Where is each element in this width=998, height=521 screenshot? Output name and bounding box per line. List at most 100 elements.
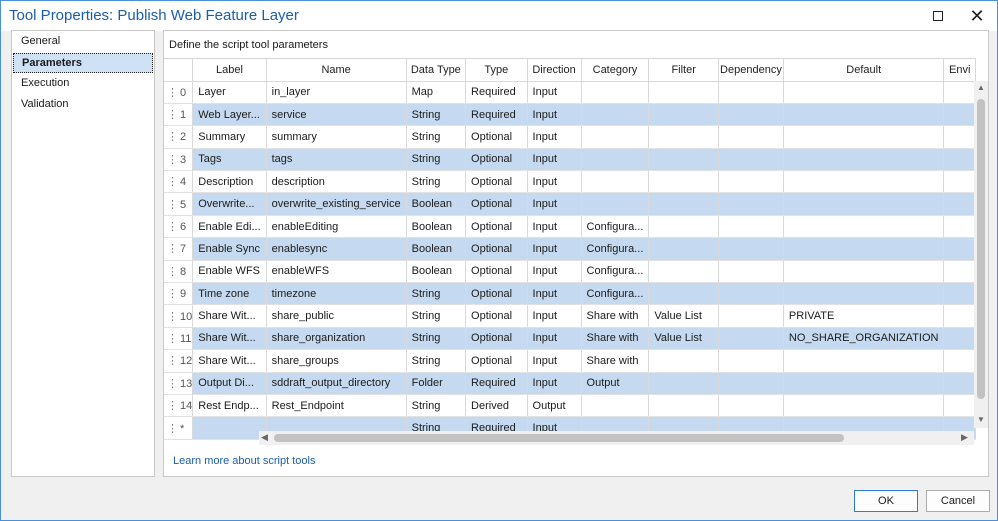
drag-handle-icon[interactable]: ⋮ xyxy=(167,109,178,121)
scroll-down-icon[interactable]: ▼ xyxy=(977,415,985,424)
cell-default[interactable] xyxy=(783,282,945,306)
horizontal-scroll-thumb[interactable] xyxy=(274,434,844,442)
cell-dependency[interactable] xyxy=(718,260,784,284)
column-header-dependency[interactable]: Dependency xyxy=(718,59,784,82)
cell-type[interactable]: Optional xyxy=(465,327,528,351)
cell-default[interactable] xyxy=(783,125,945,149)
cell-type[interactable]: Required xyxy=(465,103,528,127)
learn-more-link[interactable]: Learn more about script tools xyxy=(173,455,315,467)
cell-default[interactable] xyxy=(783,349,945,373)
cell-type[interactable]: Optional xyxy=(465,215,528,239)
table-row[interactable]: ⋮ 9 Time zone timezone String Optional Input Co… xyxy=(164,282,976,306)
cell-category[interactable]: Configura... xyxy=(581,260,650,284)
drag-handle-icon[interactable]: ⋮ xyxy=(167,266,178,278)
cell-datatype[interactable]: String xyxy=(406,349,467,373)
row-handle[interactable]: ⋮ 11 xyxy=(164,327,194,351)
drag-handle-icon[interactable]: ⋮ xyxy=(167,355,178,367)
cell-category[interactable]: Share with xyxy=(581,327,650,351)
cell-direction[interactable]: Input xyxy=(527,282,582,306)
cell-datatype[interactable]: String xyxy=(406,125,467,149)
column-header-default[interactable]: Default xyxy=(783,59,945,82)
cell-label[interactable]: Enable Sync xyxy=(192,237,267,261)
cell-direction[interactable]: Input xyxy=(527,349,582,373)
cell-label[interactable] xyxy=(192,416,267,440)
cell-environment[interactable] xyxy=(943,282,976,306)
cell-datatype[interactable]: Map xyxy=(406,81,467,104)
cell-label[interactable]: Rest Endp... xyxy=(192,394,267,418)
cell-datatype[interactable]: Folder xyxy=(406,372,467,395)
column-header-filter[interactable]: Filter xyxy=(648,59,719,82)
row-handle[interactable]: ⋮ 1 xyxy=(164,103,194,127)
cell-filter[interactable] xyxy=(648,237,719,261)
cell-direction[interactable]: Input xyxy=(527,237,582,261)
ok-button[interactable]: OK xyxy=(854,490,918,512)
row-handle[interactable]: ⋮ 13 xyxy=(164,372,194,395)
cell-filter[interactable] xyxy=(648,170,719,194)
cell-default[interactable] xyxy=(783,394,945,418)
drag-handle-icon[interactable]: ⋮ xyxy=(167,243,178,255)
cell-name[interactable]: in_layer xyxy=(266,81,407,104)
cell-direction[interactable]: Input xyxy=(527,304,582,328)
drag-handle-icon[interactable]: ⋮ xyxy=(167,311,178,323)
cell-environment[interactable] xyxy=(943,349,976,373)
cell-filter[interactable] xyxy=(648,125,719,149)
cell-name[interactable]: enableEditing xyxy=(266,215,407,239)
cell-default[interactable] xyxy=(783,103,945,127)
cell-name[interactable]: service xyxy=(266,103,407,127)
cell-dependency[interactable] xyxy=(718,192,784,216)
cell-name[interactable]: tags xyxy=(266,148,407,172)
cancel-button[interactable]: Cancel xyxy=(926,490,990,512)
cell-type[interactable]: Optional xyxy=(465,170,528,194)
cell-type[interactable]: Optional xyxy=(465,304,528,328)
drag-handle-icon[interactable]: ⋮ xyxy=(167,199,178,211)
cell-default[interactable] xyxy=(783,260,945,284)
cell-dependency[interactable] xyxy=(718,215,784,239)
cell-name[interactable]: share_organization xyxy=(266,327,407,351)
table-row[interactable]: ⋮ 6 Enable Edi... enableEditing Boolean Optio… xyxy=(164,215,976,239)
cell-category[interactable] xyxy=(581,125,650,149)
cell-direction[interactable]: Input xyxy=(527,81,582,104)
cell-default[interactable]: NO_SHARE_ORGANIZATION xyxy=(783,327,945,351)
table-row[interactable]: ⋮ 1 Web Layer... service String Required Input xyxy=(164,103,976,127)
cell-category[interactable]: Configura... xyxy=(581,215,650,239)
cell-name[interactable]: enableWFS xyxy=(266,260,407,284)
cell-type[interactable]: Optional xyxy=(465,192,528,216)
cell-default[interactable] xyxy=(783,215,945,239)
row-handle[interactable]: ⋮ 10 xyxy=(164,304,194,328)
cell-environment[interactable] xyxy=(943,170,976,194)
cell-label[interactable]: Enable Edi... xyxy=(192,215,267,239)
cell-name[interactable]: share_groups xyxy=(266,349,407,373)
cell-type[interactable]: Derived xyxy=(465,394,528,418)
sidebar-item-general[interactable]: General xyxy=(13,32,153,52)
table-row[interactable]: ⋮ 4 Description description String Optional In… xyxy=(164,170,976,194)
row-handle[interactable]: ⋮ 4 xyxy=(164,170,194,194)
drag-handle-icon[interactable]: ⋮ xyxy=(167,176,178,188)
cell-datatype[interactable]: Boolean xyxy=(406,237,467,261)
cell-label[interactable]: Enable WFS xyxy=(192,260,267,284)
vertical-scrollbar[interactable]: ▲ ▼ xyxy=(974,81,988,428)
cell-dependency[interactable] xyxy=(718,327,784,351)
cell-datatype[interactable]: String xyxy=(406,304,467,328)
cell-default[interactable] xyxy=(783,170,945,194)
cell-datatype[interactable]: String xyxy=(406,327,467,351)
cell-filter[interactable]: Value List xyxy=(648,304,719,328)
drag-handle-icon[interactable]: ⋮ xyxy=(167,154,178,166)
cell-category[interactable] xyxy=(581,170,650,194)
cell-environment[interactable] xyxy=(943,260,976,284)
row-handle[interactable]: ⋮ 5 xyxy=(164,192,194,216)
cell-name[interactable]: Rest_Endpoint xyxy=(266,394,407,418)
cell-filter[interactable] xyxy=(648,192,719,216)
cell-environment[interactable] xyxy=(943,215,976,239)
cell-dependency[interactable] xyxy=(718,349,784,373)
cell-label[interactable]: Summary xyxy=(192,125,267,149)
cell-dependency[interactable] xyxy=(718,103,784,127)
cell-label[interactable]: Description xyxy=(192,170,267,194)
cell-dependency[interactable] xyxy=(718,81,784,104)
column-header-environment[interactable]: Envi xyxy=(943,59,976,82)
cell-name[interactable]: overwrite_existing_service xyxy=(266,192,407,216)
cell-name[interactable]: summary xyxy=(266,125,407,149)
cell-environment[interactable] xyxy=(943,327,976,351)
cell-default[interactable] xyxy=(783,192,945,216)
column-header-type[interactable]: Type xyxy=(465,59,528,82)
cell-category[interactable] xyxy=(581,148,650,172)
